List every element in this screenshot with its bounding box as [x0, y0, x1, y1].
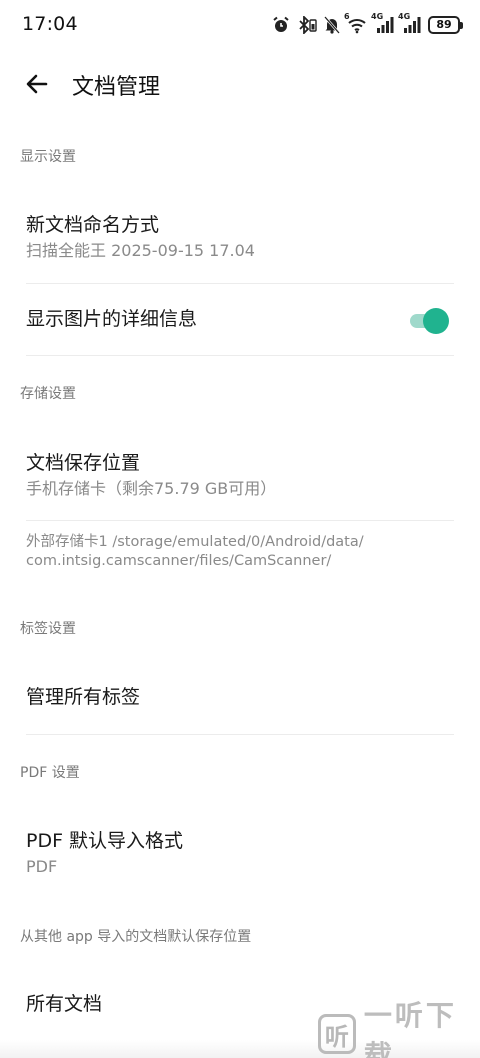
pdf-import-format-row[interactable]: PDF 默认导入格式 PDF — [26, 828, 454, 878]
divider — [26, 520, 454, 521]
toggle-thumb — [423, 308, 449, 334]
signal-2-label: 4G — [398, 12, 411, 21]
section-header-tags: 标签设置 — [20, 621, 76, 637]
signal-1-label: 4G — [371, 12, 384, 21]
battery-indicator: 89 — [428, 16, 463, 34]
alarm-icon — [272, 16, 290, 34]
watermark: 听 一听下载 — [318, 999, 480, 1058]
watermark-logo: 听 — [318, 1014, 356, 1054]
show-details-row[interactable]: 显示图片的详细信息 — [26, 306, 454, 334]
section-header-storage: 存储设置 — [20, 386, 76, 402]
pdf-import-format-value: PDF — [26, 857, 58, 876]
status-icons: 6 4G 4G 89 — [272, 12, 463, 36]
divider — [26, 734, 454, 735]
naming-format-title: 新文档命名方式 — [26, 214, 160, 236]
page-title: 文档管理 — [72, 75, 161, 100]
save-location-row[interactable]: 文档保存位置 手机存储卡（剩余75.79 GB可用） — [26, 450, 454, 500]
pdf-import-format-title: PDF 默认导入格式 — [26, 830, 184, 852]
naming-format-row[interactable]: 新文档命名方式 扫描全能王 2025-09-15 17.04 — [26, 212, 454, 262]
save-location-value: 手机存储卡（剩余75.79 GB可用） — [26, 479, 277, 498]
wifi-label: 6 — [344, 12, 350, 21]
manage-tags-title: 管理所有标签 — [26, 686, 141, 708]
signal-2-icon: 4G — [398, 12, 421, 34]
mute-bell-icon — [324, 16, 340, 34]
status-time: 17:04 — [22, 13, 78, 35]
signal-1-icon: 4G — [371, 12, 394, 34]
back-button[interactable] — [22, 68, 54, 100]
section-header-display: 显示设置 — [20, 149, 76, 165]
show-details-title: 显示图片的详细信息 — [26, 308, 198, 330]
section-header-pdf: PDF 设置 — [20, 765, 80, 781]
app-header: 文档管理 — [0, 52, 480, 116]
external-path-line-1: 外部存储卡1 /storage/emulated/0/Android/data/ — [26, 534, 364, 550]
naming-format-value: 扫描全能王 2025-09-15 17.04 — [26, 241, 255, 260]
section-header-import-location: 从其他 app 导入的文档默认保存位置 — [20, 929, 252, 945]
show-details-toggle[interactable] — [410, 306, 450, 334]
divider — [26, 355, 454, 356]
external-path-line-2: com.intsig.camscanner/files/CamScanner/ — [26, 553, 332, 569]
wifi-icon: 6 — [344, 12, 367, 34]
divider — [26, 283, 454, 284]
bluetooth-icon — [297, 16, 317, 34]
arrow-left-icon — [26, 74, 48, 94]
manage-tags-row[interactable]: 管理所有标签 — [26, 684, 454, 710]
watermark-text: 一听下载 — [363, 999, 457, 1058]
status-bar: 17:04 6 4G 4G 89 — [0, 0, 480, 52]
screen: 17:04 6 4G 4G 89 文档管理 显示设置 新文档命名方式 扫描全能王… — [0, 0, 480, 1058]
save-location-title: 文档保存位置 — [26, 452, 141, 474]
external-storage-path: 外部存储卡1 /storage/emulated/0/Android/data/… — [26, 533, 456, 571]
